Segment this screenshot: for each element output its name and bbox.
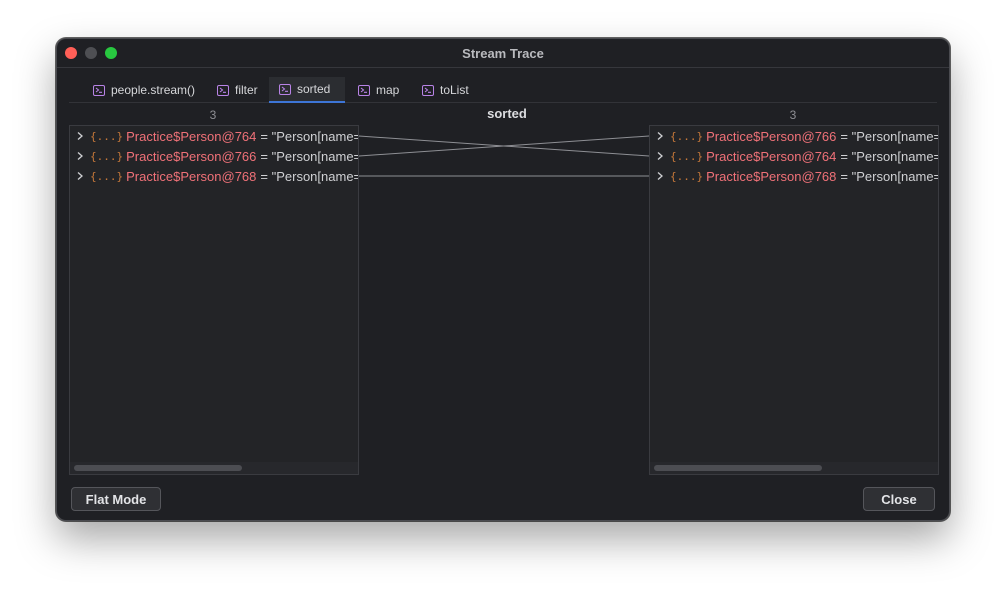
object-value: = "Person[name= (840, 148, 939, 164)
object-name: Practice$Person@766 (706, 128, 837, 144)
list-item[interactable]: {...} Practice$Person@766 = "Person[name… (650, 126, 938, 146)
stream-trace-window: Stream Trace people.stream() filter sort… (56, 38, 950, 521)
chevron-right-icon[interactable] (650, 171, 670, 181)
flat-mode-button[interactable]: Flat Mode (71, 487, 161, 511)
scrollbar-thumb[interactable] (654, 465, 822, 471)
object-icon: {...} (670, 169, 704, 183)
object-icon: {...} (670, 149, 704, 163)
right-values-panel[interactable]: {...} Practice$Person@766 = "Person[name… (649, 125, 939, 475)
chevron-right-icon[interactable] (650, 131, 670, 141)
list-item[interactable]: {...} Practice$Person@768 = "Person[name… (650, 166, 938, 186)
horizontal-scrollbar[interactable] (650, 462, 938, 474)
object-icon: {...} (670, 129, 704, 143)
close-button[interactable]: Close (863, 487, 935, 511)
object-value: = "Person[name= (840, 128, 939, 144)
list-item[interactable]: {...} Practice$Person@764 = "Person[name… (650, 146, 938, 166)
chevron-right-icon[interactable] (650, 151, 670, 161)
object-name: Practice$Person@764 (706, 148, 837, 164)
object-value: = "Person[name= (840, 168, 939, 184)
object-name: Practice$Person@768 (706, 168, 837, 184)
